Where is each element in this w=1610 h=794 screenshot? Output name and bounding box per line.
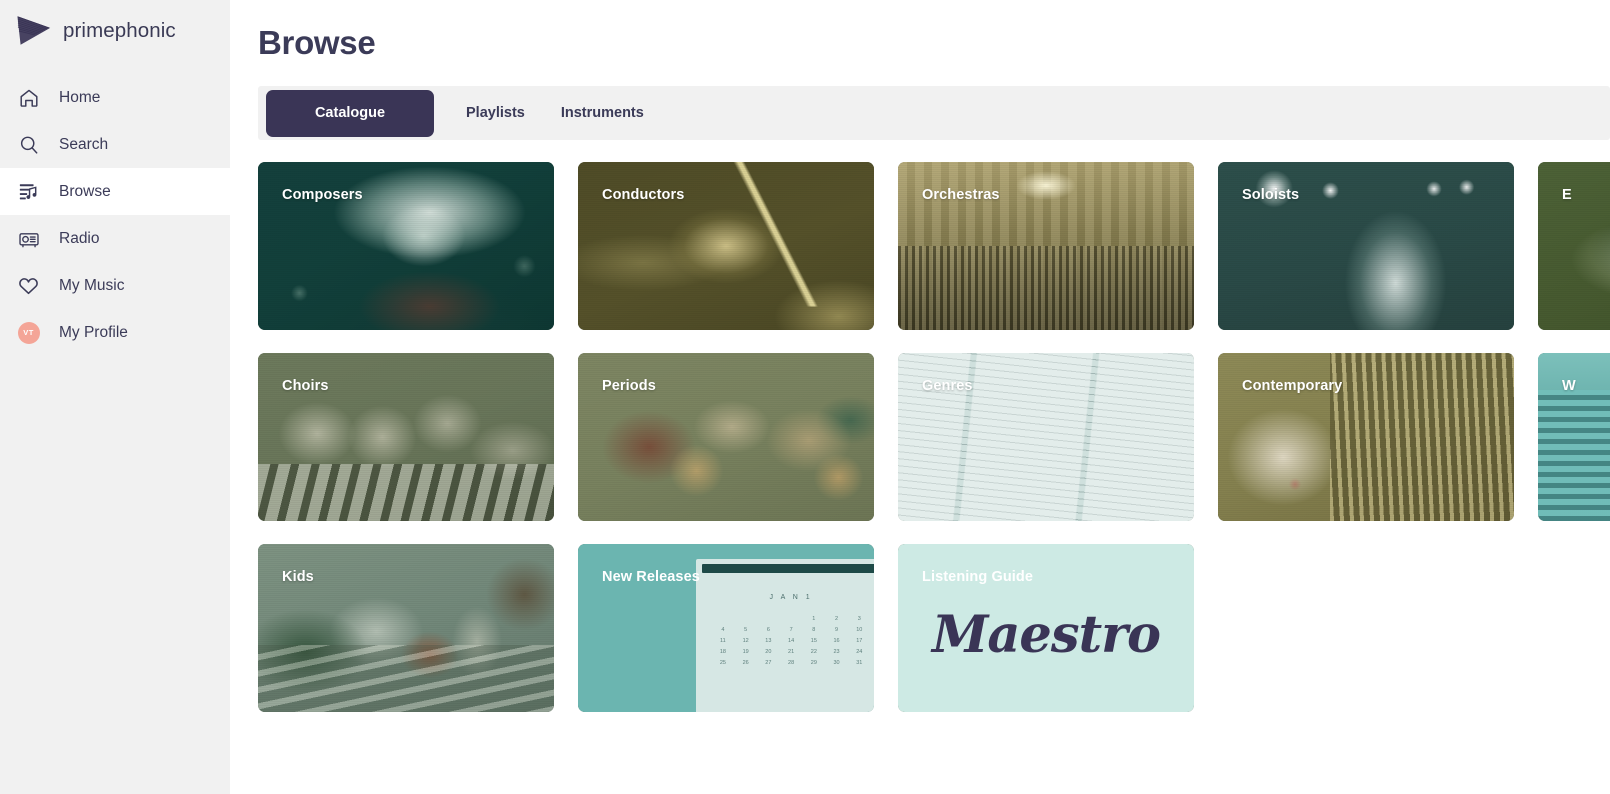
- sidebar-item-search[interactable]: Search: [0, 121, 230, 168]
- calendar-day: 6: [766, 626, 770, 633]
- calendar-day: 14: [788, 637, 795, 644]
- card-label: Genres: [922, 378, 973, 394]
- card-label: E: [1562, 187, 1572, 203]
- sidebar-item-my-music[interactable]: My Music: [0, 262, 230, 309]
- card-label: Orchestras: [922, 187, 1000, 203]
- sidebar-item-label: Home: [59, 88, 101, 106]
- calendar-day: 16: [833, 637, 840, 644]
- browse-icon: [16, 179, 41, 204]
- search-icon: [16, 132, 41, 157]
- browse-card-kids[interactable]: Kids: [258, 544, 554, 712]
- browse-card-ensembles[interactable]: E: [1538, 162, 1610, 330]
- browse-card-new-releases[interactable]: J A N 1 1 2 3 4 5 6 7 8 9 10 11 12 13 14 15 16 17 18 19 20 2…: [578, 544, 874, 712]
- browse-card-conductors[interactable]: Conductors: [578, 162, 874, 330]
- calendar-day: 5: [744, 626, 748, 633]
- page-title: Browse: [258, 24, 376, 61]
- browse-card-genres[interactable]: Genres: [898, 353, 1194, 521]
- card-label: Composers: [282, 187, 363, 203]
- card-label: Periods: [602, 378, 656, 394]
- calendar-header-bar: [702, 563, 874, 573]
- calendar-day: 10: [856, 626, 863, 633]
- calendar-day: 2: [835, 615, 839, 622]
- calendar-day: 30: [833, 659, 840, 666]
- brand-logo[interactable]: primephonic: [0, 0, 230, 62]
- main-content: Browse Catalogue Playlists Instruments C…: [230, 0, 1610, 794]
- sidebar-item-radio[interactable]: Radio: [0, 215, 230, 262]
- sidebar-item-label: Search: [59, 135, 109, 153]
- avatar: VT: [17, 321, 40, 344]
- tab-catalogue[interactable]: Catalogue: [266, 89, 434, 137]
- calendar-month: J A N 1: [769, 594, 813, 602]
- sidebar-item-my-profile[interactable]: VT My Profile: [0, 309, 230, 356]
- primephonic-arrow-logo-icon: [16, 14, 52, 48]
- browse-card-contemporary[interactable]: Contemporary: [1218, 353, 1514, 521]
- calendar-days: 1 2 3 4 5 6 7 8 9 10 11 12 13 14 15 16 17 18 19 20 21 22 23 24 2…: [712, 613, 871, 709]
- card-label: Conductors: [602, 187, 685, 203]
- sidebar-item-home[interactable]: Home: [0, 74, 230, 121]
- home-icon: [16, 85, 41, 110]
- card-label: Soloists: [1242, 187, 1300, 203]
- calendar-day: 11: [720, 637, 726, 644]
- calendar-day: 22: [810, 648, 817, 655]
- calendar-day: 29: [810, 659, 817, 666]
- sidebar-item-label: Browse: [59, 182, 111, 200]
- card-label: Listening Guide: [922, 569, 1034, 585]
- calendar-day: 20: [765, 648, 772, 655]
- calendar-day: 13: [765, 637, 772, 644]
- browse-card-listening-guide[interactable]: Maestro Listening Guide: [898, 544, 1194, 712]
- calendar-day: 17: [856, 637, 863, 644]
- calendar-day: 7: [789, 626, 793, 633]
- calendar-day: 1: [812, 615, 816, 622]
- browse-card-soloists[interactable]: Soloists: [1218, 162, 1514, 330]
- tab-playlists[interactable]: Playlists: [462, 90, 529, 137]
- calendar-day: 4: [721, 626, 725, 633]
- calendar-day: 24: [856, 648, 863, 655]
- sidebar-item-browse[interactable]: Browse: [0, 168, 230, 215]
- calendar-day: 25: [719, 659, 726, 666]
- heart-icon: [16, 273, 41, 298]
- calendar-day: 19: [742, 648, 749, 655]
- brand-name: primephonic: [63, 19, 176, 42]
- calendar-day: 9: [835, 626, 839, 633]
- sidebar-nav: Home Search Browse Radio My Music VT My …: [0, 74, 230, 356]
- sidebar-item-label: My Profile: [59, 323, 128, 341]
- tab-instruments[interactable]: Instruments: [557, 90, 648, 137]
- browse-tabbar: Catalogue Playlists Instruments: [258, 86, 1610, 140]
- calendar-day: 21: [788, 648, 795, 655]
- browse-card-grid: Composers Conductors Orchestras Soloists: [258, 162, 1610, 712]
- maestro-wordmark: Maestro: [931, 604, 1161, 665]
- calendar-day: 31: [856, 659, 863, 666]
- calendar-day: 28: [788, 659, 795, 666]
- card-label: W: [1562, 378, 1576, 394]
- calendar-day: 3: [857, 615, 861, 622]
- radio-icon: [16, 226, 41, 251]
- calendar-day: 12: [742, 637, 749, 644]
- calendar-day: 27: [765, 659, 772, 666]
- browse-card-choirs[interactable]: Choirs: [258, 353, 554, 521]
- browse-card-orchestras[interactable]: Orchestras: [898, 162, 1194, 330]
- card-label: Contemporary: [1242, 378, 1343, 394]
- card-label: Choirs: [282, 378, 329, 394]
- calendar-day: 23: [833, 648, 840, 655]
- app-root: primephonic Home Search Browse Radio My …: [0, 0, 1610, 794]
- browse-card-periods[interactable]: Periods: [578, 353, 874, 521]
- calendar-day: 26: [742, 659, 749, 666]
- calendar-day: 18: [719, 648, 726, 655]
- browse-card-composers[interactable]: Composers: [258, 162, 554, 330]
- avatar-icon: VT: [16, 320, 41, 345]
- sidebar: primephonic Home Search Browse Radio My …: [0, 0, 230, 794]
- card-label: Kids: [282, 569, 314, 585]
- sidebar-item-label: My Music: [59, 276, 125, 294]
- sidebar-item-label: Radio: [59, 229, 100, 247]
- calendar-graphic: J A N 1 1 2 3 4 5 6 7 8 9 10 11 12 13 14 15 16 17 18 19 20 2…: [696, 559, 874, 712]
- calendar-day: 15: [810, 637, 817, 644]
- ensembles-artwork: [1538, 162, 1610, 330]
- browse-card-works[interactable]: W: [1538, 353, 1610, 521]
- calendar-day: 8: [812, 626, 816, 633]
- card-label: New Releases: [602, 569, 700, 585]
